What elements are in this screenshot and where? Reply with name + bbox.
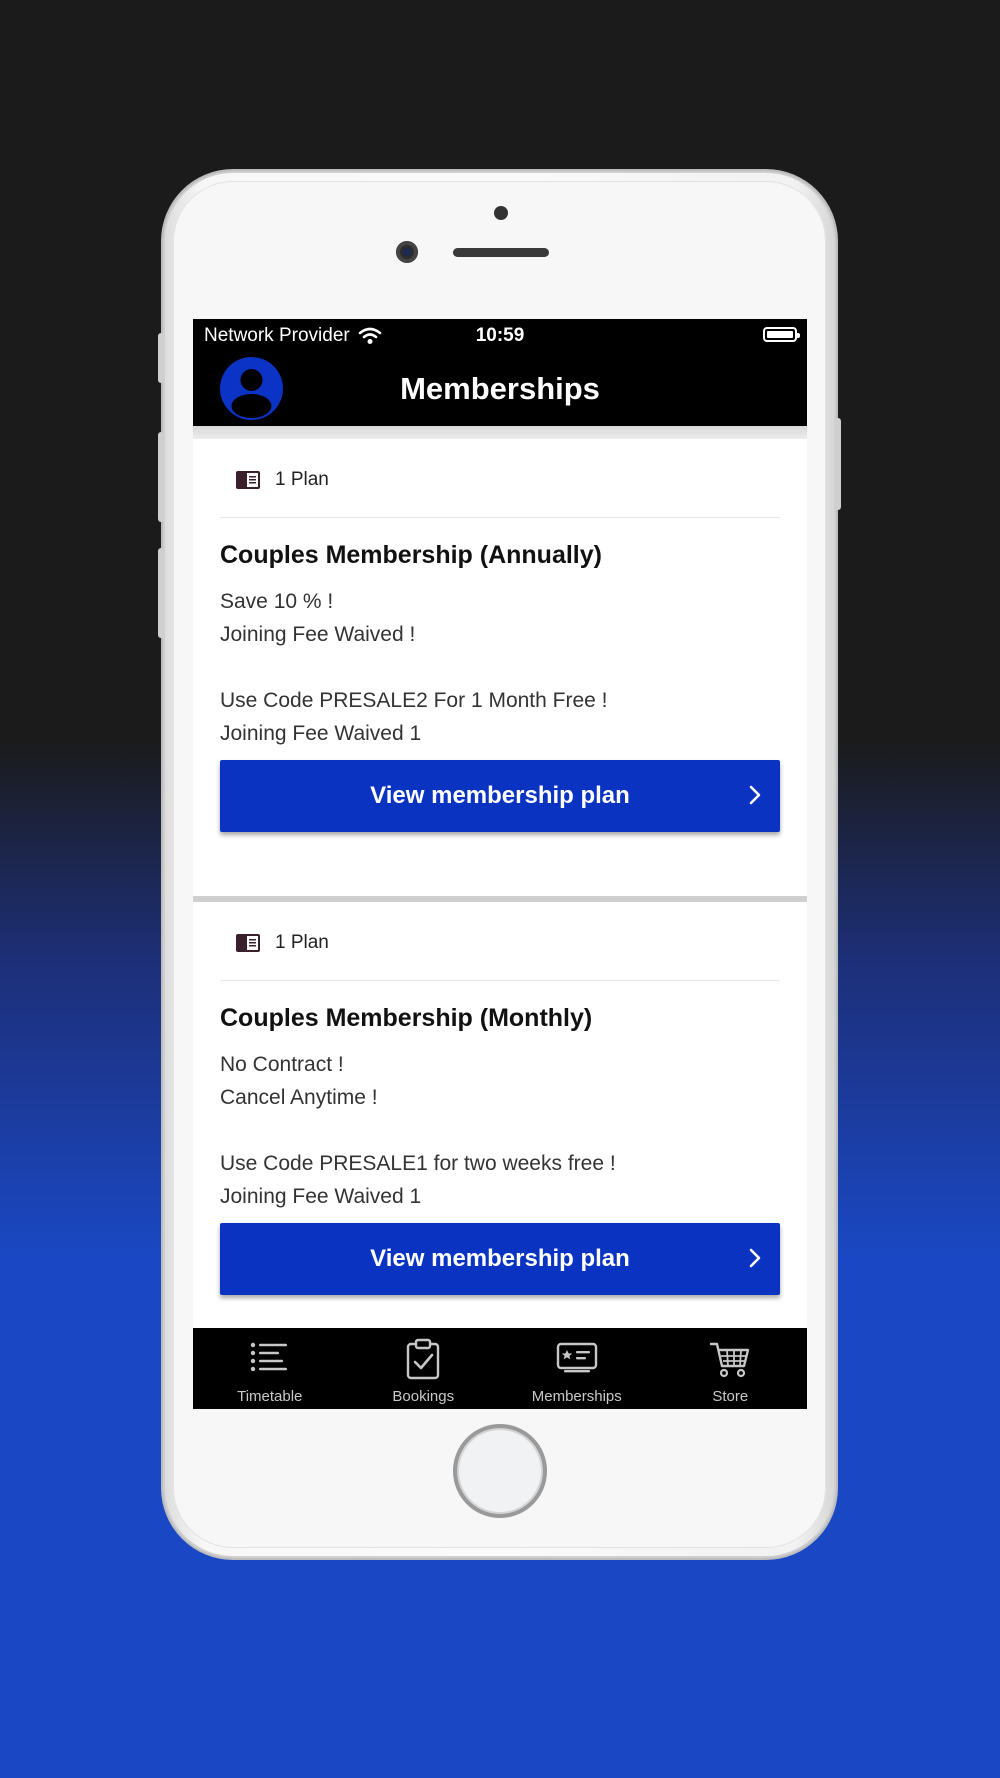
app-screen: Network Provider 10:59 Memberships 1 Pla… xyxy=(193,319,807,1409)
tab-label: Timetable xyxy=(237,1388,303,1405)
front-camera xyxy=(396,241,418,263)
battery-icon xyxy=(763,327,800,342)
card-divider xyxy=(220,517,780,518)
home-button[interactable] xyxy=(453,1424,547,1518)
tab-memberships[interactable]: Memberships xyxy=(500,1328,654,1409)
clipboard-check-icon xyxy=(407,1338,440,1380)
volume-down-button xyxy=(158,548,164,638)
power-button xyxy=(835,418,841,510)
plan-count-row: 1 Plan xyxy=(235,932,329,954)
proximity-sensor xyxy=(494,206,508,220)
membership-card: 1 Plan Couples Membership (Monthly) No C… xyxy=(193,902,807,1328)
volume-up-button xyxy=(158,432,164,522)
description-line: Use Code PRESALE1 for two weeks free ! xyxy=(220,1152,616,1175)
header-shadow xyxy=(193,426,807,439)
tab-label: Bookings xyxy=(392,1388,455,1405)
description-line: Use Code PRESALE2 For 1 Month Free ! xyxy=(220,689,608,712)
description-line: No Contract ! xyxy=(220,1053,344,1076)
cart-icon xyxy=(710,1342,750,1378)
status-bar: Network Provider 10:59 xyxy=(193,319,807,351)
description-line: Save 10 % ! xyxy=(220,590,334,613)
chevron-right-icon xyxy=(749,1248,761,1268)
list-icon xyxy=(250,1342,287,1372)
description-line: Joining Fee Waived ! xyxy=(220,623,416,646)
plan-count-label: 1 Plan xyxy=(275,932,329,953)
earpiece-speaker xyxy=(453,248,549,257)
view-membership-plan-button[interactable]: View membership plan xyxy=(220,760,780,832)
view-membership-plan-button[interactable]: View membership plan xyxy=(220,1223,780,1295)
bottom-tab-bar: Timetable Bookings Memberships Store xyxy=(193,1328,807,1409)
membership-description: Save 10 % ! Joining Fee Waived ! Use Cod… xyxy=(220,585,608,750)
id-card-icon xyxy=(556,1342,597,1373)
description-line xyxy=(220,651,608,684)
book-icon xyxy=(236,471,260,489)
chevron-right-icon xyxy=(749,785,761,805)
tab-label: Store xyxy=(712,1388,749,1405)
card-divider xyxy=(220,980,780,981)
tab-label: Memberships xyxy=(531,1388,622,1405)
top-nav-bar: Memberships xyxy=(193,351,807,426)
book-icon xyxy=(236,934,260,952)
button-label: View membership plan xyxy=(370,1245,630,1272)
button-label: View membership plan xyxy=(370,782,630,809)
description-line: Joining Fee Waived 1 xyxy=(220,722,422,745)
plan-count-label: 1 Plan xyxy=(275,469,329,490)
page-title: Memberships xyxy=(400,371,600,406)
membership-title: Couples Membership (Monthly) xyxy=(220,1004,593,1032)
description-line: Joining Fee Waived 1 xyxy=(220,1185,422,1208)
tab-timetable[interactable]: Timetable xyxy=(193,1328,347,1409)
membership-description: No Contract ! Cancel Anytime ! Use Code … xyxy=(220,1048,616,1213)
membership-title: Couples Membership (Annually) xyxy=(220,541,602,569)
description-line xyxy=(220,1114,616,1147)
description-line: Cancel Anytime ! xyxy=(220,1086,378,1109)
plan-count-row: 1 Plan xyxy=(235,469,329,491)
tab-bookings[interactable]: Bookings xyxy=(347,1328,501,1409)
tab-store[interactable]: Store xyxy=(654,1328,808,1409)
silent-switch xyxy=(158,333,164,383)
status-time: 10:59 xyxy=(475,325,525,346)
